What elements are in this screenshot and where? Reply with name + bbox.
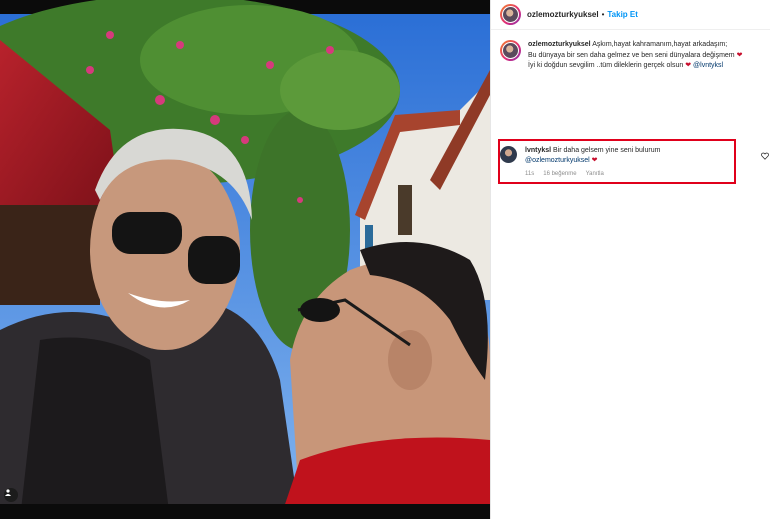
comment-likes[interactable]: 16 beğenme [543,169,576,179]
selfie-illustration [0,0,490,519]
caption-line-1: Aşkım,hayat kahramanım,hayat arkadaşım; [590,41,728,48]
comment-mention-link[interactable]: @ozlemozturkyuksel [525,157,590,164]
caption-line-3: İyi ki doğdun sevgilim ..tüm dileklerin … [528,62,684,69]
red-heart-icon: ❤ [591,157,598,164]
follow-button[interactable]: Takip Et [607,10,638,19]
reply-button[interactable]: Yanıtla [586,169,604,179]
post-header: ozlemozturkyuksel • Takip Et [491,0,770,30]
red-heart-icon: ❤ [685,62,692,69]
caption-text: ozlemozturkyuksel Aşkım,hayat kahramanım… [528,40,742,72]
comment-item: lvntyksl Bir daha gelsem yine seni bulur… [500,146,765,179]
red-heart-icon: ❤ [736,51,743,59]
instagram-post-window: ozlemozturkyuksel • Takip Et ozlemozturk… [0,0,770,519]
comment-text: Bir daha gelsem yine seni bulurum [551,147,661,154]
comment-time: 11s [525,171,535,177]
caption-username[interactable]: ozlemozturkyuksel [528,41,591,48]
caption-line-2: Bu dünyaya bir sen daha gelmez ve ben se… [528,51,735,59]
comment-body: lvntyksl Bir daha gelsem yine seni bulur… [525,146,660,179]
comment-like-heart-icon[interactable] [761,152,769,160]
author-avatar[interactable] [500,4,521,25]
comment-meta: 11s 16 beğenme Yanıtla [525,169,660,179]
user-tag-icon[interactable] [4,488,18,502]
post-side-panel: ozlemozturkyuksel • Takip Et ozlemozturk… [490,0,770,519]
caption-author-avatar[interactable] [500,40,521,61]
separator-dot: • [601,10,605,19]
caption-mention-link[interactable]: @lvntyksl [693,62,723,69]
commenter-avatar[interactable] [500,146,517,163]
author-username[interactable]: ozlemozturkyuksel [527,10,599,19]
post-caption: ozlemozturkyuksel Aşkım,hayat kahramanım… [500,40,762,72]
commenter-username[interactable]: lvntyksl [525,147,551,154]
post-photo[interactable] [0,0,490,519]
